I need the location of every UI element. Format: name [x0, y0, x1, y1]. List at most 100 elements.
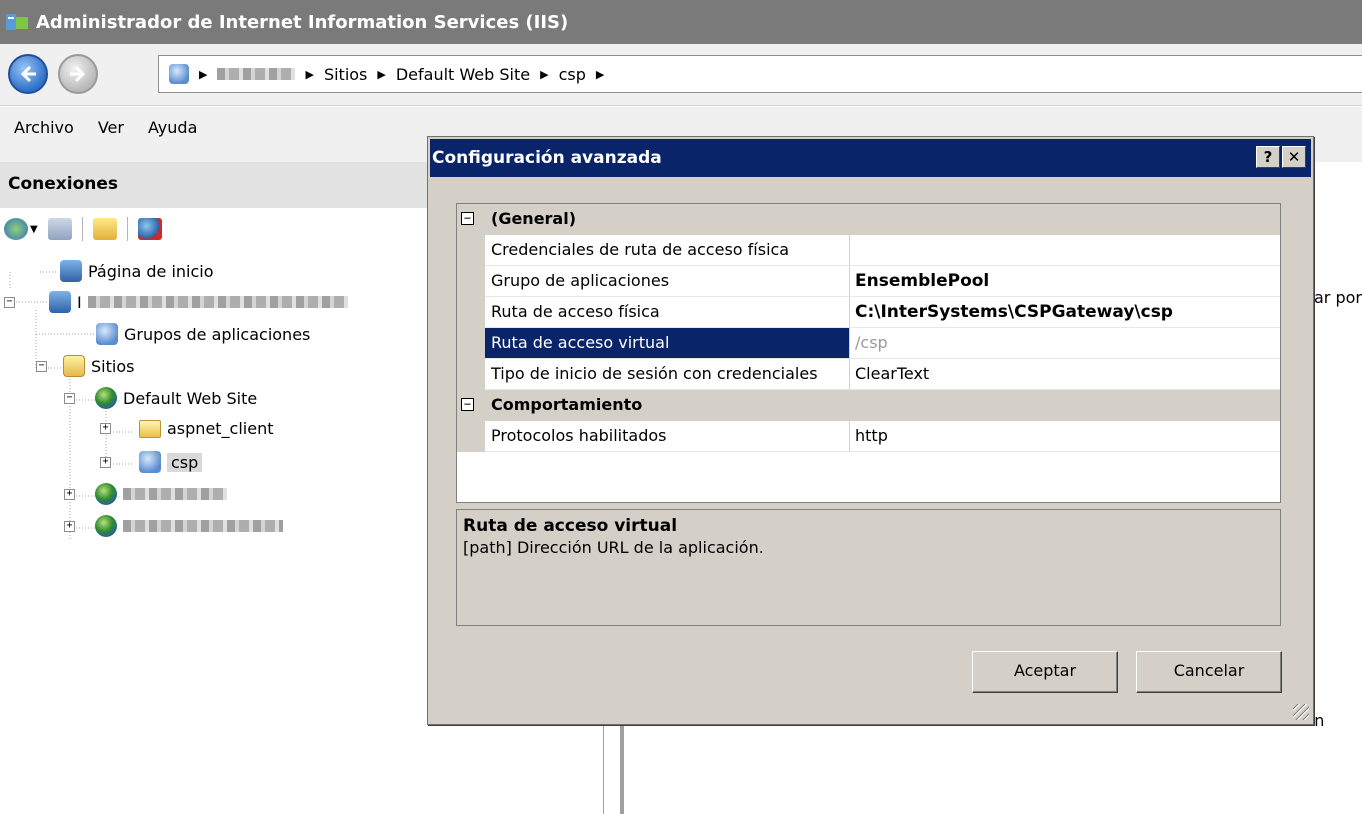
property-row-selected[interactable]: Ruta de acceso virtual /csp	[457, 328, 1280, 359]
breadcrumb-server-blurred[interactable]	[217, 68, 296, 80]
globe-icon	[95, 483, 117, 505]
row-divider	[485, 451, 1280, 452]
help-button[interactable]: ?	[1256, 146, 1280, 168]
tree-item-label: Default Web Site	[123, 388, 258, 408]
row-gutter	[457, 328, 485, 359]
globe-icon	[95, 387, 117, 409]
forward-button[interactable]	[58, 54, 98, 94]
property-value[interactable]: C:\InterSystems\CSPGateway\csp	[855, 302, 1280, 322]
address-bar[interactable]: ▶ ▶ Sitios ▶ Default Web Site ▶ csp ▶	[158, 55, 1362, 93]
property-value[interactable]: ClearText	[855, 364, 1280, 383]
collapse-icon[interactable]: −	[64, 392, 75, 404]
toolbar-separator	[81, 217, 83, 241]
row-gutter	[457, 421, 485, 452]
connect-icon[interactable]	[4, 218, 28, 240]
tree-item-label: Sitios	[91, 356, 135, 376]
property-row[interactable]: Protocolos habilitados http	[457, 421, 1280, 452]
menu-ayuda[interactable]: Ayuda	[148, 118, 197, 151]
application-icon	[139, 451, 161, 473]
resize-grip-icon[interactable]	[1293, 704, 1309, 720]
window-title: Administrador de Internet Information Se…	[36, 11, 569, 33]
tree-item-label: Página de inicio	[88, 261, 214, 281]
row-gutter	[457, 359, 485, 390]
column-divider	[849, 359, 850, 390]
property-grid: − (General) Credenciales de ruta de acce…	[456, 203, 1281, 503]
arrow-left-icon	[20, 65, 36, 83]
column-divider	[849, 297, 850, 328]
back-button[interactable]	[8, 54, 48, 94]
navigation-bar: ▶ ▶ Sitios ▶ Default Web Site ▶ csp ▶	[0, 44, 1362, 106]
category-label: Comportamiento	[491, 395, 643, 414]
folder-icon	[139, 419, 161, 438]
dropdown-arrow-icon[interactable]: ▼	[30, 224, 38, 235]
category-behavior[interactable]: − Comportamiento	[457, 390, 1280, 421]
expand-icon[interactable]: +	[64, 488, 75, 500]
application-icon	[169, 64, 189, 84]
tree-item-label: csp	[167, 452, 203, 472]
property-name: Protocolos habilitados	[491, 426, 667, 445]
sites-folder-icon	[63, 355, 85, 377]
property-value[interactable]: http	[855, 426, 1280, 445]
dialog-title: Configuración avanzada	[432, 148, 662, 168]
tree-item-csp[interactable]: + csp	[100, 451, 203, 473]
window-titlebar: Administrador de Internet Information Se…	[0, 0, 1362, 44]
property-name: Credenciales de ruta de acceso física	[491, 240, 790, 259]
property-value[interactable]: /csp	[855, 333, 1280, 352]
property-value[interactable]: EnsemblePool	[855, 271, 1280, 291]
tree-item-server[interactable]: − I	[4, 291, 348, 313]
column-divider	[849, 328, 850, 359]
globe-icon	[95, 515, 117, 537]
expand-icon[interactable]: +	[64, 520, 75, 532]
collapse-icon[interactable]: −	[4, 296, 15, 308]
dialog-titlebar[interactable]: Configuración avanzada ? ✕	[430, 139, 1311, 177]
tree-item-default-web-site[interactable]: − Default Web Site	[64, 387, 257, 409]
column-divider	[849, 235, 850, 266]
tree-item-label: Grupos de aplicaciones	[124, 324, 311, 344]
app-pools-icon	[96, 323, 118, 345]
breadcrumb-csp[interactable]: csp	[559, 65, 586, 84]
breadcrumb-default-web-site[interactable]: Default Web Site	[396, 65, 530, 84]
tree-item-sites[interactable]: − Sitios	[36, 355, 134, 377]
save-icon[interactable]	[47, 218, 72, 240]
tree-item-aspnet-client[interactable]: + aspnet_client	[100, 419, 274, 438]
property-row[interactable]: Grupo de aplicaciones EnsemblePool	[457, 266, 1280, 297]
property-row[interactable]: Ruta de acceso física C:\InterSystems\CS…	[457, 297, 1280, 328]
arrow-right-icon	[70, 65, 86, 83]
disconnect-icon[interactable]	[137, 218, 162, 240]
breadcrumb-arrow-icon: ▶	[540, 67, 549, 81]
collapse-icon[interactable]: −	[461, 398, 474, 411]
property-name: Grupo de aplicaciones	[491, 271, 670, 290]
breadcrumb-arrow-icon: ▶	[305, 67, 314, 81]
home-page-icon	[60, 260, 82, 282]
property-row[interactable]: Tipo de inicio de sesión con credenciale…	[457, 359, 1280, 390]
ok-button[interactable]: Aceptar	[972, 651, 1118, 693]
tree-item-site-blurred-2[interactable]: +	[64, 515, 283, 537]
tree-item-label: aspnet_client	[167, 419, 274, 438]
collapse-icon[interactable]: −	[461, 212, 474, 225]
tree-item-home[interactable]: Página de inicio	[60, 260, 214, 282]
advanced-settings-dialog: Configuración avanzada ? ✕ − (General) C…	[427, 136, 1314, 725]
cancel-button[interactable]: Cancelar	[1136, 651, 1282, 693]
expand-icon[interactable]: +	[100, 456, 111, 468]
menu-archivo[interactable]: Archivo	[14, 118, 74, 151]
tree-item-site-blurred-1[interactable]: +	[64, 483, 227, 505]
breadcrumb-arrow-icon[interactable]: ▶	[596, 68, 604, 81]
expand-icon[interactable]: +	[100, 423, 111, 434]
server-icon	[49, 291, 71, 313]
collapse-icon[interactable]: −	[36, 360, 47, 372]
description-text: [path] Dirección URL de la aplicación.	[463, 538, 764, 557]
breadcrumb-sites[interactable]: Sitios	[324, 65, 367, 84]
description-title: Ruta de acceso virtual	[463, 516, 678, 536]
tree-item-app-pools[interactable]: Grupos de aplicaciones	[96, 323, 310, 345]
property-row[interactable]: Credenciales de ruta de acceso física	[457, 235, 1280, 266]
toolbar-separator	[126, 217, 128, 241]
up-folder-icon[interactable]	[92, 218, 117, 240]
site-name-blurred	[123, 488, 227, 500]
partial-action-text[interactable]: ar por	[1314, 288, 1362, 307]
category-general[interactable]: − (General)	[457, 204, 1280, 235]
menu-ver[interactable]: Ver	[98, 118, 124, 151]
breadcrumb-arrow-icon: ▶	[377, 67, 386, 81]
category-label: (General)	[491, 209, 577, 228]
row-gutter	[457, 297, 485, 328]
close-button[interactable]: ✕	[1282, 146, 1306, 168]
